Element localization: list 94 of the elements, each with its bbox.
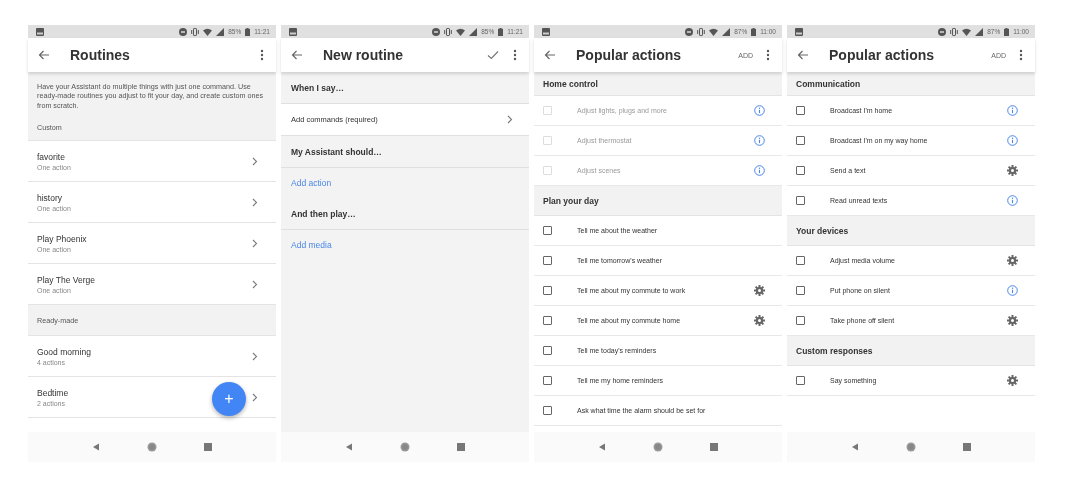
- checkbox[interactable]: [796, 196, 805, 205]
- battery-icon: [498, 27, 504, 36]
- wifi-icon: [456, 27, 466, 36]
- info-icon[interactable]: [1007, 195, 1018, 206]
- back-arrow-icon[interactable]: [544, 50, 556, 60]
- wifi-icon: [709, 27, 719, 36]
- battery-icon: [245, 27, 251, 36]
- wifi-icon: [203, 27, 213, 36]
- settings-icon[interactable]: [1007, 315, 1018, 326]
- recents-nav-icon[interactable]: [963, 443, 972, 451]
- section-heading: And then play…: [281, 198, 529, 230]
- back-arrow-icon[interactable]: [291, 50, 303, 60]
- section-heading: My Assistant should…: [281, 136, 529, 168]
- routine-title: Play The Verge: [37, 274, 95, 285]
- checkbox[interactable]: [796, 166, 805, 175]
- section-heading: Home control: [534, 72, 782, 96]
- back-arrow-icon[interactable]: [797, 50, 809, 60]
- chevron-icon: [252, 279, 258, 289]
- checkbox[interactable]: [543, 376, 552, 385]
- battery-icon: [1004, 27, 1010, 36]
- info-icon[interactable]: [1007, 105, 1018, 116]
- image-icon: [289, 27, 297, 36]
- checkbox[interactable]: [796, 316, 805, 325]
- more-options-icon[interactable]: [260, 49, 264, 61]
- checkbox[interactable]: [796, 136, 805, 145]
- vibrate-icon: [444, 27, 453, 36]
- signal-icon: [216, 27, 225, 36]
- add-fab-button[interactable]: +: [212, 382, 246, 416]
- checkbox[interactable]: [796, 286, 805, 295]
- signal-icon: [975, 27, 984, 36]
- more-options-icon[interactable]: [766, 49, 770, 61]
- vibrate-icon: [697, 27, 706, 36]
- checkbox[interactable]: [543, 286, 552, 295]
- recents-nav-icon[interactable]: [204, 443, 213, 451]
- home-nav-icon[interactable]: [906, 442, 916, 452]
- back-nav-icon[interactable]: [91, 443, 100, 451]
- vibrate-icon: [191, 27, 200, 36]
- info-icon[interactable]: [754, 165, 765, 176]
- checkbox[interactable]: [543, 346, 552, 355]
- more-options-icon[interactable]: [1019, 49, 1023, 61]
- checkbox[interactable]: [543, 256, 552, 265]
- routine-title: history: [37, 192, 63, 203]
- vibrate-icon: [950, 27, 959, 36]
- image-icon: [795, 27, 803, 36]
- routine-title: favorite: [37, 151, 65, 162]
- image-icon: [36, 27, 44, 36]
- checkbox[interactable]: [796, 256, 805, 265]
- home-nav-icon[interactable]: [653, 442, 663, 452]
- section-heading: Custom responses: [787, 336, 1035, 366]
- home-nav-icon[interactable]: [400, 442, 410, 452]
- chevron-icon: [252, 197, 258, 207]
- signal-icon: [722, 27, 731, 36]
- checkbox[interactable]: [796, 106, 805, 115]
- home-nav-icon[interactable]: [147, 442, 157, 452]
- screen-title: New routine: [323, 47, 405, 63]
- image-icon: [542, 27, 550, 36]
- wifi-icon: [962, 27, 972, 36]
- checkmark-icon[interactable]: [487, 50, 499, 60]
- battery-icon: [751, 27, 757, 36]
- chevron-icon: [252, 238, 258, 248]
- signal-icon: [469, 27, 478, 36]
- routine-title: Play Phoenix: [37, 233, 87, 244]
- checkbox[interactable]: [543, 226, 552, 235]
- chevron-icon: [252, 156, 258, 166]
- checkbox[interactable]: [796, 376, 805, 385]
- checkbox[interactable]: [543, 316, 552, 325]
- more-options-icon[interactable]: [513, 49, 517, 61]
- info-icon[interactable]: [1007, 135, 1018, 146]
- routine-title: Good morning: [37, 346, 91, 357]
- routine-title: Bedtime: [37, 387, 69, 398]
- section-heading: Communication: [787, 72, 1035, 96]
- back-nav-icon[interactable]: [597, 443, 606, 451]
- settings-icon[interactable]: [1007, 375, 1018, 386]
- settings-icon[interactable]: [754, 315, 765, 326]
- checkbox[interactable]: [543, 406, 552, 415]
- back-nav-icon[interactable]: [344, 443, 353, 451]
- recents-nav-icon[interactable]: [457, 443, 466, 451]
- chevron-icon: [252, 392, 258, 402]
- settings-icon[interactable]: [1007, 165, 1018, 176]
- back-nav-icon[interactable]: [850, 443, 859, 451]
- screen-title: Popular actions: [576, 47, 683, 63]
- settings-icon[interactable]: [1007, 255, 1018, 266]
- chevron-icon: [252, 351, 258, 361]
- recents-nav-icon[interactable]: [710, 443, 719, 451]
- info-icon[interactable]: [754, 135, 765, 146]
- screen-title: Popular actions: [829, 47, 936, 63]
- screen-title: Routines: [70, 47, 131, 63]
- section-heading: Your devices: [787, 216, 1035, 246]
- info-icon[interactable]: [1007, 285, 1018, 296]
- section-heading: Plan your day: [534, 186, 782, 216]
- settings-icon[interactable]: [754, 285, 765, 296]
- chevron-icon: [507, 115, 513, 124]
- info-icon[interactable]: [754, 105, 765, 116]
- back-arrow-icon[interactable]: [38, 50, 50, 60]
